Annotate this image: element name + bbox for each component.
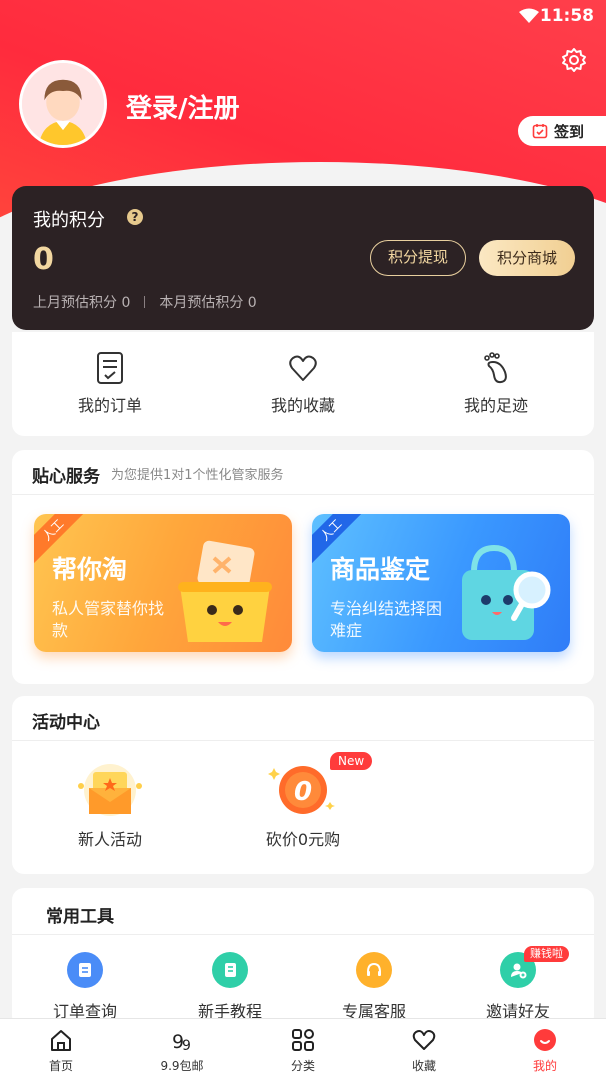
shopping-helper-card[interactable]: 人工 帮你淘 私人管家替你找款 [34, 514, 292, 652]
tab-label: 收藏 [411, 1059, 436, 1073]
tab-mine[interactable]: 我的 [505, 1027, 585, 1074]
service-description: 私人管家替你找款 [52, 599, 165, 640]
divider [12, 494, 594, 495]
tab-category[interactable]: 分类 [263, 1027, 343, 1074]
bottom-tab-bar: 首页 99 9.9包邮 分类 收藏 我的 [0, 1018, 606, 1080]
points-estimates: 上月预估积分 0 本月预估积分 0 [33, 292, 257, 312]
signin-button[interactable]: 签到 [518, 116, 606, 146]
section-subtitle: 为您提供1对1个性化管家服务 [111, 468, 284, 483]
quick-link-label: 我的收藏 [270, 396, 335, 415]
invite-friend-button[interactable]: 邀请好友 [463, 952, 573, 1022]
service-section: 贴心服务 为您提供1对1个性化管家服务 人工 帮你淘 私人管家替你找款 人工 商… [12, 450, 594, 684]
calendar-icon [532, 124, 548, 139]
tab-favorites[interactable]: 收藏 [384, 1027, 464, 1074]
avatar[interactable] [19, 60, 107, 148]
status-bar: 11:58 [0, 0, 606, 34]
bargain-zero-icon: 0 [268, 766, 335, 814]
order-list-icon [97, 352, 123, 384]
tab-label: 我的 [532, 1059, 557, 1073]
login-register-link[interactable]: 登录/注册 [126, 88, 240, 125]
svg-text:0: 0 [294, 777, 312, 807]
order-query-button[interactable]: 订单查询 [30, 952, 140, 1022]
divider [12, 740, 594, 741]
tab-home[interactable]: 首页 [21, 1027, 101, 1074]
help-icon[interactable]: ? [127, 209, 143, 225]
activity-section: 活动中心 新人活动 0 砍价0元购 New [12, 696, 594, 874]
my-orders-link[interactable]: 我的订单 [50, 350, 170, 416]
heart-icon [412, 1030, 436, 1050]
avatar-illustration-icon [22, 63, 104, 145]
gift-envelope-icon [78, 764, 142, 816]
this-month-points: 本月预估积分 0 [159, 295, 257, 311]
heart-icon [289, 355, 317, 381]
profile-icon [534, 1029, 556, 1051]
tab-nine-nine[interactable]: 99 9.9包邮 [142, 1027, 222, 1074]
tutorial-button[interactable]: 新手教程 [175, 952, 285, 1022]
quick-link-label: 我的订单 [77, 396, 142, 415]
nine-nine-icon: 99 [172, 1031, 191, 1053]
my-footprints-link[interactable]: 我的足迹 [436, 350, 556, 416]
divider [12, 934, 594, 935]
tutorial-icon [212, 952, 248, 988]
svg-text:9: 9 [182, 1038, 191, 1053]
tab-label: 分类 [290, 1059, 315, 1073]
customer-service-button[interactable]: 专属客服 [319, 952, 429, 1022]
tab-label: 首页 [48, 1059, 73, 1073]
section-title: 贴心服务 [32, 467, 100, 487]
points-card: 我的积分 ? 0 上月预估积分 0 本月预估积分 0 积分提现 积分商城 [12, 186, 594, 330]
points-title: 我的积分 [33, 210, 105, 231]
tab-label: 9.9包邮 [160, 1059, 204, 1073]
quick-links-card: 我的订单 我的收藏 我的足迹 [12, 332, 594, 436]
last-month-points: 上月预估积分 0 [33, 295, 131, 311]
settings-gear-icon[interactable] [560, 46, 588, 74]
product-authentication-card[interactable]: 人工 商品鉴定 专治纠结选择困难症 [312, 514, 570, 652]
service-description: 专治纠结选择困难症 [330, 599, 443, 640]
quick-link-label: 我的足迹 [463, 396, 528, 415]
points-withdraw-button[interactable]: 积分提现 [370, 240, 466, 276]
category-icon [292, 1029, 314, 1051]
new-badge: New [330, 752, 373, 770]
section-title: 活动中心 [32, 713, 100, 733]
points-value: 0 [33, 242, 54, 277]
earn-money-badge: 赚钱啦 [524, 946, 569, 962]
newcomer-activity-link[interactable]: 新人活动 [50, 758, 170, 850]
signin-label: 签到 [554, 122, 585, 141]
activity-label: 新人活动 [77, 830, 142, 849]
shopping-basket-icon [178, 540, 272, 642]
points-mall-button[interactable]: 积分商城 [479, 240, 575, 276]
bargain-zero-link[interactable]: 0 砍价0元购 [243, 758, 363, 850]
footprint-icon [484, 352, 507, 384]
tools-section: 常用工具 订单查询 新手教程 专属客服 邀请好友 赚钱啦 [12, 888, 594, 1028]
service-title: 商品鉴定 [330, 555, 431, 584]
bag-magnifier-icon [462, 544, 551, 640]
my-favorites-link[interactable]: 我的收藏 [243, 350, 363, 416]
service-title: 帮你淘 [52, 555, 128, 584]
home-icon [51, 1030, 71, 1051]
headset-icon [356, 952, 392, 988]
order-query-icon [67, 952, 103, 988]
wifi-icon [519, 8, 539, 23]
activity-label: 砍价0元购 [265, 830, 341, 849]
divider [144, 296, 146, 308]
status-time: 11:58 [539, 6, 594, 26]
section-title: 常用工具 [46, 907, 114, 927]
